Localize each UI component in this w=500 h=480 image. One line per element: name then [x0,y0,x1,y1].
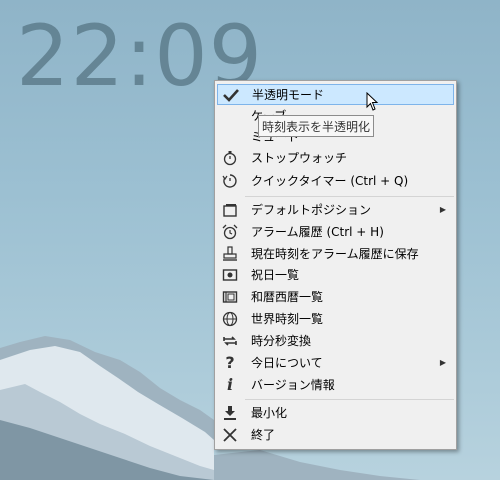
menu-item-time-convert[interactable]: 時分秒変換 [217,330,454,351]
submenu-arrow-icon: ▶ [439,358,446,367]
menu-item-label: 現在時刻をアラーム履歴に保存 [251,247,419,261]
menu-item-label: アラーム履歴 (Ctrl + H) [251,225,384,239]
menu-separator [245,399,454,400]
stamp-icon [219,243,241,264]
submenu-arrow-icon: ▶ [439,205,446,214]
menu-item-save-time[interactable]: 現在時刻をアラーム履歴に保存 [217,243,454,264]
menu-item-translucent-mode[interactable]: 半透明モード [217,84,454,105]
menu-separator [245,196,454,197]
mouse-cursor-icon [366,92,379,111]
menu-item-label: 世界時刻一覧 [251,312,324,326]
menu-item-label: 終了 [251,428,276,442]
menu-item-label: クイックタイマー (Ctrl + Q) [251,174,409,188]
alarm-clock-icon [219,221,241,242]
tooltip: 時刻表示を半透明化 [258,115,374,137]
menu-item-default-position[interactable]: デフォルトポジション ▶ [217,199,454,220]
menu-item-minimize[interactable]: 最小化 [217,402,454,423]
menu-item-exit[interactable]: 終了 [217,424,454,445]
globe-icon [219,308,241,329]
info-icon: i [226,375,234,394]
menu-item-label: 時分秒変換 [251,334,312,348]
menu-item-alarm-history[interactable]: アラーム履歴 (Ctrl + H) [217,221,454,242]
timer-icon [219,170,241,191]
menu-item-label: 半透明モード [252,88,325,102]
menu-item-holidays[interactable]: 祝日一覧 [217,264,454,285]
menu-item-era-calendar[interactable]: 和暦西暦一覧 [217,286,454,307]
menu-item-version-info[interactable]: i バージョン情報 [217,374,454,395]
menu-item-label: 最小化 [251,406,288,420]
calendar-icon [219,286,241,307]
stopwatch-icon [219,147,241,168]
menu-item-label: ストップウォッチ [251,151,348,165]
convert-icon [219,330,241,351]
menu-item-stopwatch[interactable]: ストップウォッチ [217,147,454,168]
window-icon [219,199,241,220]
holiday-icon [219,264,241,285]
menu-item-label: 和暦西暦一覧 [251,290,324,304]
menu-item-quick-timer[interactable]: クイックタイマー (Ctrl + Q) [217,170,454,191]
menu-item-label: 今日について [251,356,323,370]
question-icon: ? [225,353,235,372]
checkmark-icon [220,84,242,105]
menu-item-world-clock[interactable]: 世界時刻一覧 [217,308,454,329]
menu-item-label: デフォルトポジション [251,203,372,217]
menu-item-label: 祝日一覧 [251,268,300,282]
menu-item-about-today[interactable]: ? 今日について ▶ [217,352,454,373]
menu-item-label: バージョン情報 [251,378,335,392]
download-icon [219,402,241,423]
close-icon [219,424,241,445]
